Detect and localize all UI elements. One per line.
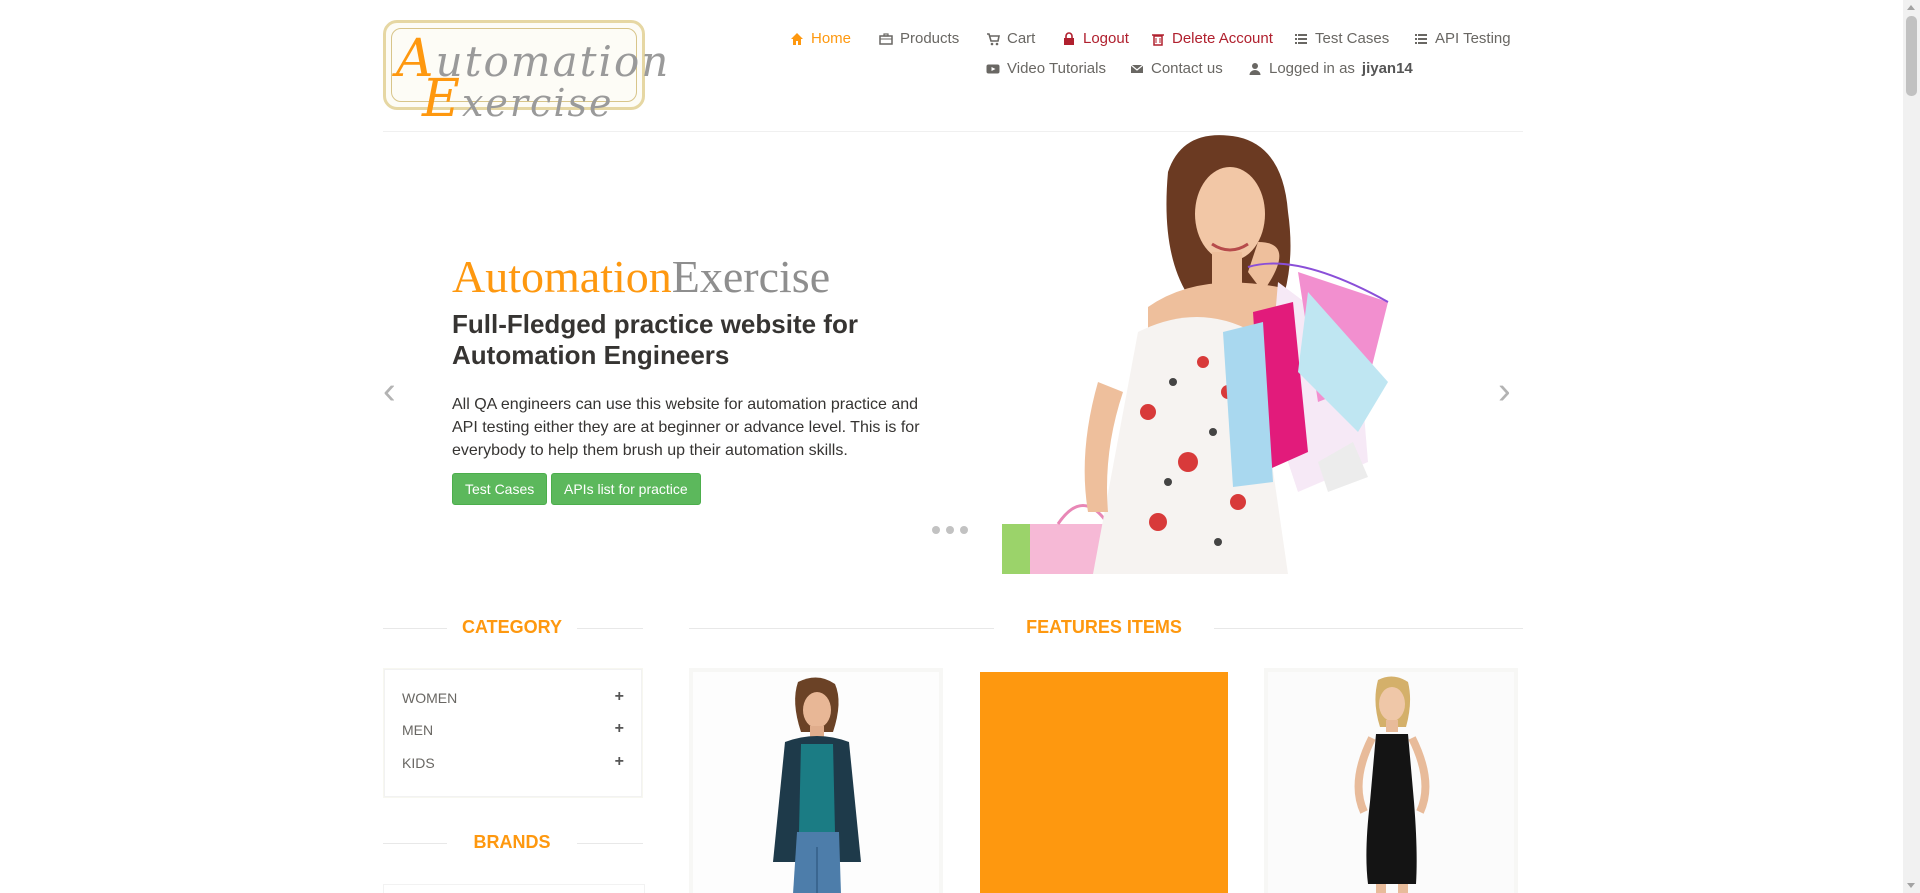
- slider-description: All QA engineers can use this website fo…: [452, 396, 920, 459]
- category-panel: WOMEN + MEN + KIDS +: [383, 668, 643, 798]
- slider-dot[interactable]: [960, 526, 968, 534]
- test-cases-button[interactable]: Test Cases: [452, 473, 548, 505]
- nav-logout-label: Logout: [1083, 30, 1129, 47]
- product-card[interactable]: [976, 668, 1230, 893]
- brand-part-b: Exercise: [671, 251, 831, 302]
- nav-delete-account[interactable]: Delete Account: [1151, 30, 1273, 47]
- site-logo[interactable]: Automation Exercise: [383, 20, 668, 129]
- slider-prev-arrow[interactable]: ‹: [383, 372, 396, 410]
- page-scrollbar[interactable]: [1903, 0, 1920, 893]
- nav-contact-us-label: Contact us: [1151, 60, 1223, 77]
- slider-dot[interactable]: [932, 526, 940, 534]
- scroll-thumb[interactable]: [1906, 16, 1917, 96]
- slider-indicators: [932, 526, 968, 534]
- category-label: KIDS: [402, 755, 435, 771]
- list-icon: [1295, 33, 1307, 44]
- features-rule-left: [689, 628, 994, 629]
- nav-video-tutorials[interactable]: Video Tutorials: [986, 60, 1106, 77]
- product-image-black-dress: [1268, 672, 1514, 893]
- category-title: CATEGORY: [461, 617, 562, 637]
- user-icon: [1249, 62, 1261, 75]
- product-card[interactable]: [689, 668, 943, 893]
- plus-icon[interactable]: +: [615, 688, 624, 706]
- category-label: WOMEN: [402, 690, 458, 706]
- nav-home-label: Home: [811, 30, 852, 47]
- nav-api-testing-label: API Testing: [1435, 30, 1511, 47]
- nav-test-cases-label: Test Cases: [1315, 30, 1390, 47]
- envelope-icon: [1130, 64, 1144, 73]
- nav-cart-label: Cart: [1007, 30, 1036, 47]
- product-card[interactable]: [1264, 668, 1518, 893]
- list-icon: [1415, 33, 1427, 44]
- hero-shopping-girl-image: [1002, 135, 1389, 574]
- category-rule-right: [577, 628, 643, 629]
- lock-icon: [1064, 31, 1074, 45]
- brands-rule-left: [383, 843, 447, 844]
- product-overlay: [980, 672, 1228, 893]
- product-image-woman-cardigan: [693, 672, 939, 893]
- category-women[interactable]: WOMEN +: [402, 688, 624, 706]
- brands-rule-right: [577, 843, 643, 844]
- slider-brand-title: AutomationExercise: [452, 250, 830, 303]
- hero-slider: ‹ › AutomationExercise Full-Fledged prac…: [383, 132, 1523, 574]
- slider-next-arrow[interactable]: ›: [1498, 372, 1511, 410]
- brand-part-a: Automation: [452, 251, 672, 302]
- nav-video-tutorials-label: Video Tutorials: [1007, 60, 1106, 77]
- apis-list-button[interactable]: APIs list for practice: [551, 473, 701, 505]
- youtube-icon: [986, 64, 1000, 73]
- nav-contact-us[interactable]: Contact us: [1130, 60, 1223, 77]
- nav-api-testing[interactable]: API Testing: [1414, 30, 1511, 47]
- features-rule-right: [1214, 628, 1523, 629]
- category-kids[interactable]: KIDS +: [402, 753, 624, 771]
- features-title: FEATURES ITEMS: [1026, 617, 1182, 637]
- category-label: MEN: [402, 722, 434, 738]
- nav-cart[interactable]: Cart: [986, 30, 1035, 47]
- nav-products[interactable]: Products: [879, 30, 959, 47]
- nav-logout[interactable]: Logout: [1062, 30, 1129, 47]
- scroll-up-arrow[interactable]: [1907, 5, 1915, 10]
- nav-logged-in-status: Logged in as jiyan14: [1248, 60, 1413, 77]
- trash-icon: [1152, 33, 1164, 46]
- nav-home[interactable]: Home: [790, 30, 851, 47]
- cart-icon: [987, 32, 1000, 45]
- category-rule-left: [383, 628, 447, 629]
- category-men[interactable]: MEN +: [402, 720, 624, 738]
- products-icon: [879, 32, 893, 45]
- nav-test-cases[interactable]: Test Cases: [1294, 30, 1389, 47]
- username: jiyan14: [1361, 60, 1413, 77]
- brands-title: BRANDS: [473, 832, 551, 852]
- slider-dot[interactable]: [946, 526, 954, 534]
- slider-headline: Full-Fledged practice website for Automa…: [452, 309, 858, 370]
- plus-icon[interactable]: +: [615, 753, 624, 771]
- scroll-down-arrow[interactable]: [1907, 883, 1915, 888]
- plus-icon[interactable]: +: [615, 720, 624, 738]
- nav-delete-account-label: Delete Account: [1172, 30, 1273, 47]
- logo-line-2: Exercise: [422, 69, 614, 129]
- home-icon: [791, 32, 803, 45]
- brands-panel: [383, 884, 645, 893]
- logged-in-label: Logged in as: [1269, 60, 1355, 77]
- nav-products-label: Products: [900, 30, 960, 47]
